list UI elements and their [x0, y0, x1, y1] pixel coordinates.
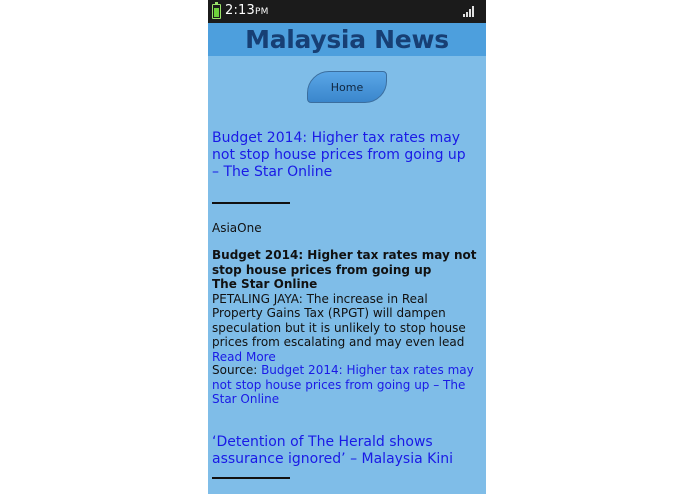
status-time: 2:13PM — [225, 3, 269, 20]
phone-screen: 2:13PM Malaysia News Home Budget 2014: H… — [208, 0, 486, 494]
article-1-body: Budget 2014: Higher tax rates may not st… — [212, 248, 478, 364]
article-1-snippet-block: PETALING JAYA: The increase in Real Prop… — [212, 292, 478, 365]
app-header: Malaysia News — [208, 23, 486, 56]
battery-icon — [212, 2, 221, 19]
article-1-snippet: PETALING JAYA: The increase in Real Prop… — [212, 291, 466, 350]
source-label: Source: — [212, 363, 262, 377]
app-title: Malaysia News — [245, 25, 449, 54]
status-time-value: 2:13 — [225, 3, 255, 18]
home-button[interactable]: Home — [307, 71, 387, 103]
article-1-title-link[interactable]: Budget 2014: Higher tax rates may not st… — [212, 130, 474, 181]
status-time-ampm: PM — [255, 7, 269, 17]
article-1-body-title: Budget 2014: Higher tax rates may not st… — [212, 248, 477, 277]
article-2-title-link[interactable]: ‘Detention of The Herald shows assurance… — [212, 434, 474, 468]
article-1-body-source: The Star Online — [212, 277, 318, 291]
article-1-source-line: Source: Budget 2014: Higher tax rates ma… — [212, 363, 478, 407]
article-1-divider — [212, 202, 290, 204]
signal-icon — [463, 6, 477, 17]
status-bar: 2:13PM — [208, 0, 486, 23]
read-more-link[interactable]: Read More — [212, 350, 276, 364]
article-1-publisher: AsiaOne — [212, 221, 262, 235]
article-2-divider — [212, 477, 290, 479]
